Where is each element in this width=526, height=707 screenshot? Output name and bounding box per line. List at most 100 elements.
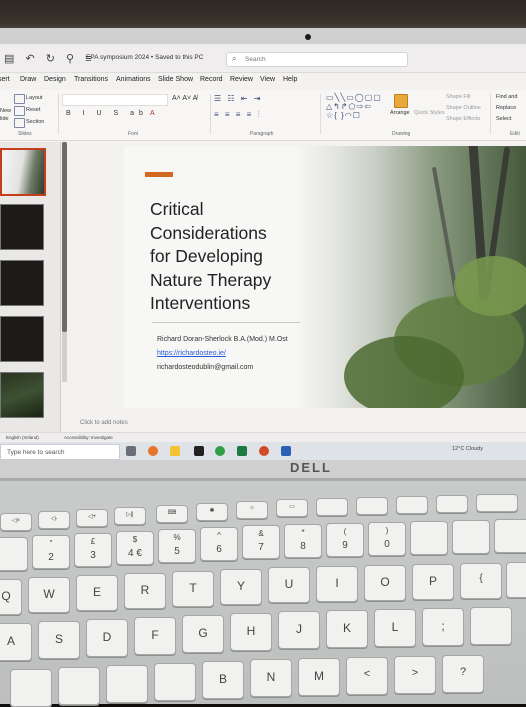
replace-button[interactable]: Replace <box>496 105 516 111</box>
key-quote[interactable] <box>470 607 512 645</box>
key-p[interactable]: P <box>412 564 454 600</box>
key-j[interactable]: J <box>278 611 320 649</box>
key-z[interactable] <box>10 669 52 707</box>
key-backtick[interactable] <box>0 537 28 571</box>
tab-slide-show[interactable]: Slide Show <box>158 76 193 83</box>
excel-icon[interactable] <box>237 446 247 456</box>
key-f11[interactable] <box>396 496 428 514</box>
shape-effects-button[interactable]: Shape Effects <box>446 116 480 122</box>
accessibility-status[interactable]: Accessibility: Investigate <box>64 435 113 440</box>
key-n[interactable]: N <box>250 659 292 697</box>
slide-thumbnail-2[interactable] <box>0 204 44 250</box>
font-size-icons[interactable]: A˄ A˅ A̸ <box>172 95 197 102</box>
key-y[interactable]: Y <box>220 569 262 605</box>
key-7[interactable]: & 7 <box>242 525 280 559</box>
key-f4[interactable]: ▷∥ <box>114 507 146 525</box>
key-comma[interactable]: < <box>346 657 388 695</box>
powerpoint-icon[interactable] <box>259 446 269 456</box>
key-a[interactable]: A <box>0 623 32 661</box>
slide-thumbnail-5[interactable] <box>0 372 44 418</box>
key-f[interactable]: F <box>134 617 176 655</box>
language-status[interactable]: English (Ireland) <box>6 435 39 440</box>
key-period[interactable]: > <box>394 656 436 694</box>
key-3[interactable]: £3 <box>74 533 112 567</box>
key-c[interactable] <box>106 665 148 703</box>
find-button[interactable]: Find and <box>496 94 517 100</box>
key-backspace[interactable] <box>494 519 526 553</box>
tab-animations[interactable]: Animations <box>116 76 151 83</box>
key-f9[interactable] <box>316 498 348 516</box>
key-delete[interactable] <box>476 494 518 512</box>
key-bracket-right[interactable] <box>506 562 526 598</box>
key-f1[interactable]: ◁× <box>0 513 32 531</box>
shape-outline-button[interactable]: Shape Outline <box>446 105 481 111</box>
slide-canvas[interactable]: Critical Considerations for Developing N… <box>124 146 526 408</box>
tab-design[interactable]: Design <box>44 76 66 83</box>
slide-thumbnail-1[interactable] <box>0 148 46 196</box>
key-slash[interactable]: ? <box>442 655 484 693</box>
terminal-icon[interactable] <box>194 446 204 456</box>
file-explorer-icon[interactable] <box>170 446 180 456</box>
task-view-icon[interactable] <box>126 446 136 456</box>
key-0[interactable]: ) 0 <box>368 522 406 556</box>
tab-help[interactable]: Help <box>283 76 297 83</box>
key-g[interactable]: G <box>182 615 224 653</box>
key-t[interactable]: T <box>172 571 214 607</box>
key-f6[interactable]: ✱ <box>196 503 228 521</box>
select-button[interactable]: Select <box>496 116 511 122</box>
slide-thumbnail-4[interactable] <box>0 316 44 362</box>
quick-styles-button[interactable]: Quick Styles <box>414 110 445 116</box>
key-q[interactable]: Q <box>0 579 22 615</box>
section-button[interactable]: Section <box>26 119 44 125</box>
font-style-buttons[interactable]: B I U S ab <box>66 110 148 117</box>
key-f2[interactable]: ◁- <box>38 511 70 529</box>
quick-access-toolbar[interactable]: ▤ ↶ ↻ ⚲ ≡ <box>4 52 96 65</box>
key-f10[interactable] <box>356 497 388 515</box>
key-b[interactable]: B <box>202 661 244 699</box>
new-slide-label-1[interactable]: New <box>0 108 11 114</box>
align-icons[interactable]: ≡ ≡ ≡ ≡ ⫶ <box>214 110 262 120</box>
new-slide-label-2[interactable]: lide <box>0 116 9 122</box>
slide-title[interactable]: Critical Considerations for Developing N… <box>150 198 310 316</box>
tab-review[interactable]: Review <box>230 76 253 83</box>
font-color-icon[interactable]: A <box>150 110 155 117</box>
key-i[interactable]: I <box>316 566 358 602</box>
website-link[interactable]: https://richardosteo.ie/ <box>157 350 226 357</box>
key-2[interactable]: " 2 <box>32 535 70 569</box>
key-v[interactable] <box>154 663 196 701</box>
layout-button[interactable]: Layout <box>26 95 43 101</box>
bullets-icon[interactable]: ☰ ☷ ⇤ ⇥ <box>214 94 262 103</box>
key-minus[interactable] <box>410 521 448 555</box>
weather-status[interactable]: 12°C Cloudy <box>452 446 483 452</box>
key-f3[interactable]: ◁+ <box>76 509 108 527</box>
key-semicolon[interactable]: ; <box>422 608 464 646</box>
thumbnails-scrollbar[interactable] <box>62 142 67 382</box>
taskbar-search[interactable]: Type here to search <box>0 444 120 460</box>
key-d[interactable]: D <box>86 619 128 657</box>
key-f8[interactable]: ▭ <box>276 499 308 517</box>
key-equals[interactable] <box>452 520 490 554</box>
key-5[interactable]: % 5 <box>158 529 196 563</box>
key-4[interactable]: $4 € <box>116 531 154 565</box>
key-x[interactable] <box>58 667 100 705</box>
key-k[interactable]: K <box>326 610 368 648</box>
shape-fill-button[interactable]: Shape Fill <box>446 94 470 100</box>
scrollbar-thumb[interactable] <box>62 142 67 332</box>
key-6[interactable]: ^ 6 <box>200 527 238 561</box>
shapes-gallery-icon[interactable]: ▭╲╲▭◯▢▢ △↰↱⬠⇨⇦ ☆{ }◠☐ <box>326 93 386 123</box>
key-w[interactable]: W <box>28 577 70 613</box>
key-s[interactable]: S <box>38 621 80 659</box>
key-h[interactable]: H <box>230 613 272 651</box>
font-name-box[interactable] <box>62 94 168 106</box>
key-l[interactable]: L <box>374 609 416 647</box>
key-f7[interactable]: ☼ <box>236 501 268 519</box>
key-f12[interactable] <box>436 495 468 513</box>
search-box[interactable]: ⌕ Search <box>226 52 408 67</box>
key-r[interactable]: R <box>124 573 166 609</box>
word-icon[interactable] <box>281 446 291 456</box>
tab-insert[interactable]: sert <box>0 76 10 83</box>
key-f5[interactable]: ⌨ <box>156 505 188 523</box>
tab-transitions[interactable]: Transitions <box>74 76 108 83</box>
tab-record[interactable]: Record <box>200 76 223 83</box>
key-u[interactable]: U <box>268 567 310 603</box>
